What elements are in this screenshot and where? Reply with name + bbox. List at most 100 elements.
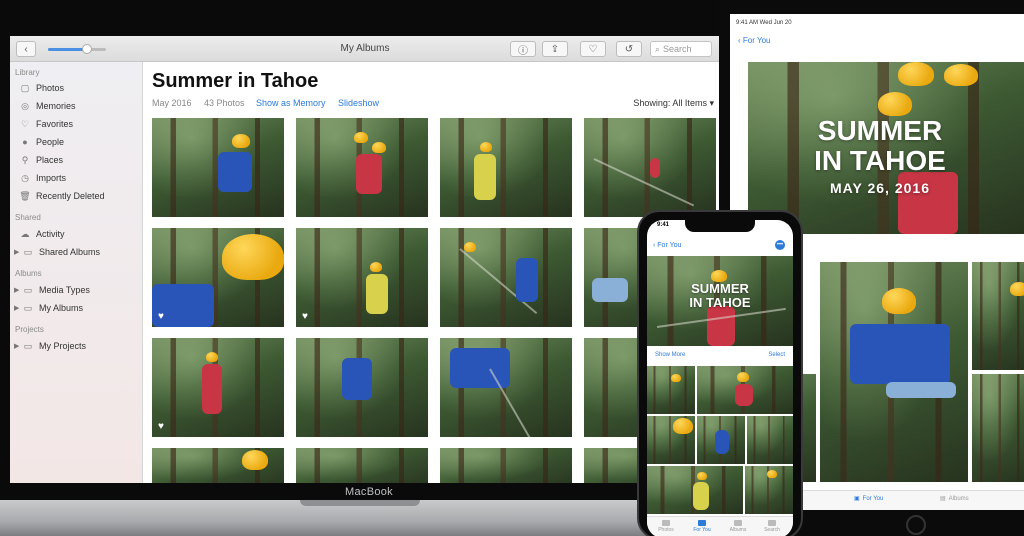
iphone-photo-tile[interactable] [697, 366, 793, 414]
sidebar-item-activity[interactable]: ☁ Activity [20, 227, 65, 241]
rotate-button[interactable]: ↺ [616, 41, 642, 57]
window-title: My Albums [340, 43, 390, 54]
iphone-tab-search[interactable]: Search [757, 520, 787, 533]
sidebar-item-photos[interactable]: ▢ Photos [20, 81, 64, 95]
iphone-photo-tile[interactable] [697, 416, 745, 464]
sidebar-item-label: Activity [36, 229, 65, 239]
ipad-memory-hero[interactable]: SUMMER IN TAHOE MAY 26, 2016 [748, 62, 1024, 234]
helmet-shape [767, 470, 777, 478]
ipad-home-button[interactable] [906, 515, 926, 535]
sidebar-item-media-types[interactable]: ▶ ▭ Media Types [14, 283, 90, 297]
folder-icon: ▭ [23, 246, 33, 257]
select-button[interactable]: Select [768, 352, 785, 358]
ipad-photo-tile[interactable] [972, 374, 1024, 482]
sidebar-item-favorites[interactable]: ♡ Favorites [20, 117, 73, 131]
disclosure-triangle-icon[interactable]: ▶ [14, 342, 21, 350]
helmet-shape [232, 134, 250, 148]
search-placeholder: Search [663, 44, 692, 54]
more-options-button[interactable]: ••• [775, 240, 785, 250]
disclosure-triangle-icon[interactable]: ▶ [14, 304, 21, 312]
photo-thumbnail[interactable] [440, 228, 572, 327]
photo-thumbnail[interactable] [440, 448, 572, 483]
mac-photos-window: ‹ My Albums ⓘ ⇪ ♡ ↺ ⌕ Search Library ▢ Ph… [10, 36, 720, 483]
search-input[interactable]: ⌕ Search [650, 41, 712, 57]
sidebar-item-recently-deleted[interactable]: 🗑 Recently Deleted [19, 189, 104, 203]
photo-thumbnail[interactable] [296, 448, 428, 483]
pin-icon: ⚲ [21, 154, 29, 165]
person-shape [715, 430, 729, 454]
iphone-photo-tile[interactable] [647, 416, 695, 464]
favorite-button[interactable]: ♡ [580, 41, 606, 57]
sidebar-item-label: Shared Albums [39, 247, 101, 257]
photo-thumbnail[interactable] [152, 118, 284, 217]
sidebar: Library ▢ Photos ◎ Memories ♡ Favorites ● Pe… [10, 62, 143, 483]
sidebar-item-imports[interactable]: ◷ Imports [20, 171, 66, 185]
iphone-photo-tile[interactable] [647, 466, 743, 514]
iphone-photo-tile[interactable] [647, 366, 695, 414]
show-as-memory-link[interactable]: Show as Memory [256, 98, 326, 108]
photo-thumbnail[interactable] [584, 118, 716, 217]
photo-thumbnail[interactable] [296, 338, 428, 437]
iphone-device: 9:41 ‹ For You ••• SUMMER IN TAHOE Show … [637, 210, 803, 536]
memories-icon: ◎ [21, 100, 29, 111]
share-button[interactable]: ⇪ [542, 41, 568, 57]
favorite-heart-icon: ♥ [302, 311, 308, 322]
sidebar-item-shared-albums[interactable]: ▶ ▭ Shared Albums [14, 245, 100, 259]
sidebar-item-people[interactable]: ● People [20, 135, 64, 149]
ipad-hero-title-line2: IN TAHOE [814, 145, 946, 176]
sidebar-item-label: Photos [36, 83, 65, 93]
ipad-tab-albums[interactable]: ▤ Albums [940, 495, 969, 503]
helmet-shape [944, 64, 978, 86]
iphone-memory-hero[interactable]: SUMMER IN TAHOE [647, 256, 793, 346]
photo-thumbnail[interactable]: ♥ [296, 228, 428, 327]
person-shape [366, 274, 388, 314]
sidebar-item-places[interactable]: ⚲ Places [20, 153, 63, 167]
show-more-link[interactable]: Show More [655, 352, 685, 358]
helmet-shape [882, 288, 916, 314]
sidebar-item-memories[interactable]: ◎ Memories [20, 99, 75, 113]
iphone-tab-albums[interactable]: Albums [723, 520, 753, 533]
person-shape [218, 152, 252, 192]
sidebar-item-label: People [36, 137, 65, 147]
photo-thumbnail[interactable]: ♥ [152, 228, 284, 327]
share-icon: ⇪ [550, 43, 560, 55]
sidebar-item-my-albums[interactable]: ▶ ▭ My Albums [14, 301, 83, 315]
helmet-shape [480, 142, 492, 152]
sidebar-header-shared: Shared [15, 213, 41, 222]
iphone-photo-tile[interactable] [745, 466, 793, 514]
iphone-photo-tile[interactable] [747, 416, 793, 464]
ipad-back-button[interactable]: ‹ For You [738, 36, 770, 45]
iphone-back-button[interactable]: ‹ For You [653, 242, 681, 249]
rope-shape [489, 368, 531, 437]
album-date: May 2016 [152, 98, 192, 108]
person-shape [342, 358, 372, 400]
person-shape [516, 258, 538, 302]
disclosure-triangle-icon[interactable]: ▶ [14, 248, 21, 256]
iphone-tab-photos[interactable]: Photos [651, 520, 681, 533]
sidebar-item-label: Imports [36, 173, 67, 183]
photo-thumbnail[interactable] [440, 338, 572, 437]
info-button[interactable]: ⓘ [510, 41, 536, 57]
ipad-photo-tile[interactable] [820, 262, 968, 482]
photo-thumbnail[interactable] [440, 118, 572, 217]
ipad-tab-for-you[interactable]: ▣ For You [854, 495, 883, 503]
sidebar-item-label: Places [36, 155, 64, 165]
slideshow-link[interactable]: Slideshow [338, 98, 379, 108]
showing-filter[interactable]: Showing: All Items ▾ [633, 98, 714, 109]
iphone-tab-for-you[interactable]: For You [687, 520, 717, 533]
photo-thumbnail[interactable] [152, 448, 284, 483]
ipad-photo-tile[interactable] [972, 262, 1024, 370]
photo-thumbnail[interactable]: ♥ [152, 338, 284, 437]
photo-thumbnail[interactable] [296, 118, 428, 217]
iphone-back-label: For You [657, 242, 682, 249]
favorite-heart-icon: ♥ [158, 421, 164, 432]
disclosure-triangle-icon[interactable]: ▶ [14, 286, 21, 294]
helmet-shape [1010, 282, 1024, 296]
person-shape [592, 278, 628, 302]
iphone-tab-label: Search [764, 527, 780, 533]
ellipsis-icon: ••• [776, 242, 784, 248]
sidebar-item-my-projects[interactable]: ▶ ▭ My Projects [14, 339, 86, 353]
iphone-notch [685, 220, 755, 232]
search-icon: ⌕ [655, 43, 661, 54]
ipad-hero-title-line1: SUMMER [817, 115, 943, 146]
